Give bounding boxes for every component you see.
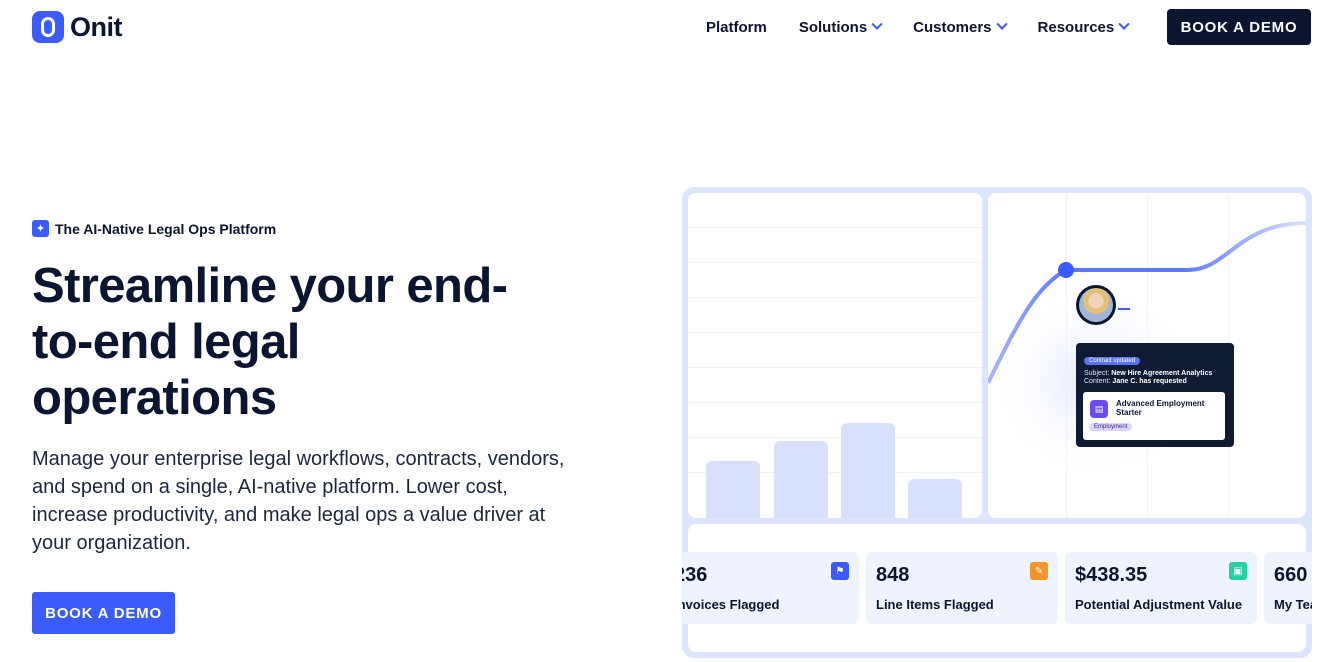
chevron-down-icon xyxy=(1118,18,1130,30)
chart-gridline xyxy=(688,297,982,298)
stat-card-invoices-flagged: 236 Invoices Flagged ⚑ xyxy=(682,552,859,624)
stat-value: 848 xyxy=(876,564,910,586)
stat-card-potential-adjustment-value: $438.35 Potential Adjustment Value ▣ xyxy=(1065,552,1257,624)
chart-bar xyxy=(774,441,828,518)
brand-logo[interactable]: Onit xyxy=(32,11,123,43)
stat-label: Line Items Flagged xyxy=(876,597,994,612)
book-demo-hero-button[interactable]: BOOK A DEMO xyxy=(32,592,175,634)
chart-gridline xyxy=(688,227,982,228)
nav-link-solutions[interactable]: Solutions xyxy=(798,18,883,36)
top-nav: Onit Platform Solutions Customers Resour… xyxy=(0,0,1320,56)
chart-bar xyxy=(841,423,895,518)
nav-link-label: Platform xyxy=(706,18,767,36)
nav-link-label: Customers xyxy=(913,18,992,36)
document-card: ▤ Advanced Employment Starter Employment xyxy=(1083,392,1225,440)
hero-eyebrow: ✦ The AI-Native Legal Ops Platform xyxy=(32,220,276,237)
product-illustration: Contract updated Subject: New Hire Agree… xyxy=(682,187,1312,658)
money-icon: ▣ xyxy=(1229,562,1247,580)
document-title: Advanced Employment Starter xyxy=(1116,399,1205,417)
nav-link-resources[interactable]: Resources xyxy=(1037,18,1130,36)
chevron-down-icon xyxy=(871,18,883,30)
hero-headline: Streamline your end-to-end legal operati… xyxy=(32,259,508,425)
chart-gridline xyxy=(688,437,982,438)
content-label: Content: xyxy=(1084,378,1111,385)
chart-bar xyxy=(706,461,760,518)
bar-chart-panel xyxy=(688,193,982,518)
document-icon: ▤ xyxy=(1090,400,1108,418)
stat-value: 660 xyxy=(1274,564,1308,586)
avatar-photo xyxy=(1079,288,1113,322)
content-value: Jane C. has requested xyxy=(1112,378,1187,385)
brand-name: Onit xyxy=(70,11,123,42)
subject-label: Subject: xyxy=(1084,370,1110,377)
edit-icon: ✎ xyxy=(1030,562,1048,580)
hero-subcopy: Manage your enterprise legal workflows, … xyxy=(32,448,565,554)
nav-link-customers[interactable]: Customers xyxy=(913,18,1008,36)
trend-point xyxy=(1058,262,1074,278)
stat-value: 236 xyxy=(682,564,708,586)
notification-card: Contract updated Subject: New Hire Agree… xyxy=(1076,343,1234,447)
stat-label: Invoices Flagged xyxy=(682,597,780,612)
stat-card-line-items-flagged: 848 Line Items Flagged ✎ xyxy=(866,552,1058,624)
chart-gridline xyxy=(688,262,982,263)
chart-gridline xyxy=(688,402,982,403)
nav-links: Platform Solutions Customers Resources xyxy=(706,0,1160,54)
chart-bar xyxy=(908,479,962,518)
connector-dash xyxy=(1118,308,1130,310)
notification-tag: Contract updated xyxy=(1084,357,1141,365)
flag-icon: ⚑ xyxy=(831,562,849,580)
subject-value: New Hire Agreement Analytics xyxy=(1111,370,1213,377)
chart-gridline xyxy=(688,367,982,368)
stat-card-my-team: 660 My Team xyxy=(1264,552,1312,624)
chart-gridline xyxy=(688,332,982,333)
notification-content: Content: Jane C. has requested xyxy=(1084,378,1226,385)
line-chart-panel: Contract updated Subject: New Hire Agree… xyxy=(988,193,1306,518)
nav-link-label: Resources xyxy=(1037,18,1115,36)
book-demo-nav-button[interactable]: BOOK A DEMO xyxy=(1167,9,1311,45)
stat-label: Potential Adjustment Value xyxy=(1075,597,1243,612)
document-tag: Employment xyxy=(1089,423,1133,431)
eyebrow-text: The AI-Native Legal Ops Platform xyxy=(55,220,277,237)
stat-label: My Team xyxy=(1274,597,1312,612)
nav-link-platform[interactable]: Platform xyxy=(706,19,767,36)
user-avatar xyxy=(1076,285,1116,325)
sparkle-icon: ✦ xyxy=(32,220,49,237)
nav-link-label: Solutions xyxy=(798,18,868,36)
chevron-down-icon xyxy=(995,18,1008,30)
notification-subject: Subject: New Hire Agreement Analytics xyxy=(1084,370,1226,377)
onit-logo-icon xyxy=(32,11,64,43)
stat-value: $438.35 xyxy=(1075,564,1148,586)
